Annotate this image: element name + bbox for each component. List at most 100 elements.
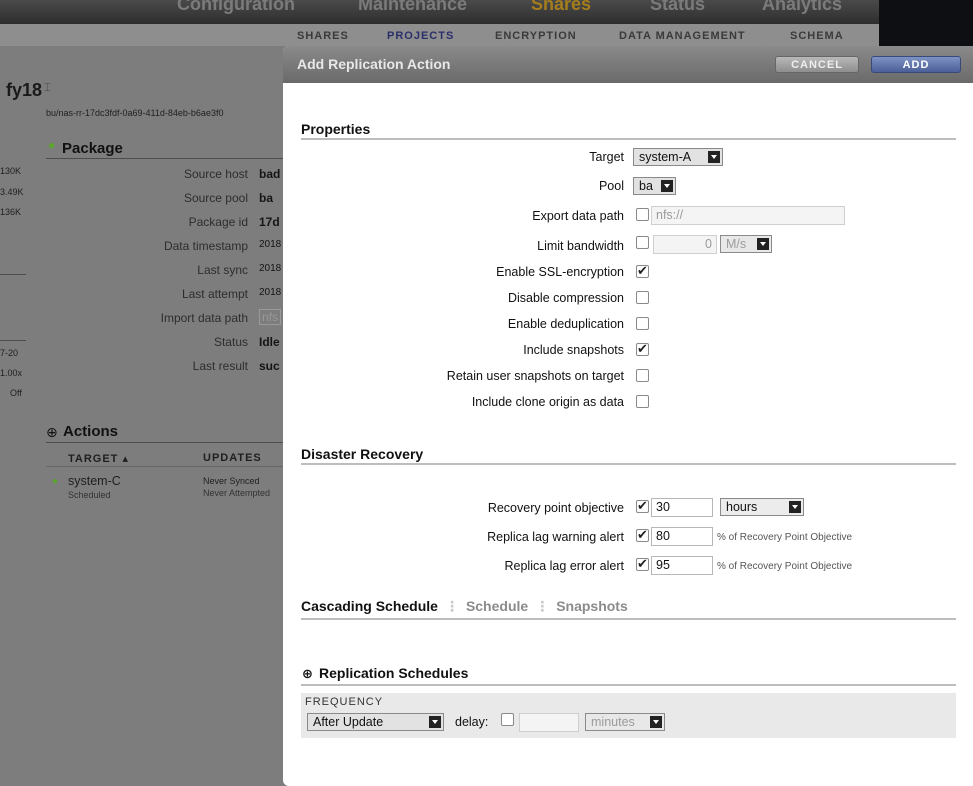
nav-configuration[interactable]: Configuration xyxy=(177,0,295,15)
export-path-input[interactable]: nfs:// xyxy=(651,206,845,225)
package-label: Source host xyxy=(183,167,248,181)
add-schedule-icon[interactable]: ⊕ xyxy=(302,666,313,682)
divider xyxy=(46,158,283,159)
frequency-value: After Update xyxy=(313,715,384,729)
dialog-header: Add Replication Action CANCEL ADD xyxy=(283,46,973,83)
column-header-updates[interactable]: UPDATES xyxy=(203,452,262,464)
package-label: Last result xyxy=(192,359,248,373)
delay-unit-select[interactable]: minutes xyxy=(585,713,665,731)
tab-separator: ⋮ xyxy=(444,598,459,614)
clone-origin-label: Include clone origin as data xyxy=(471,395,624,409)
subnav-data-management[interactable]: DATA MANAGEMENT xyxy=(619,30,746,42)
ssl-label: Enable SSL-encryption xyxy=(496,265,624,279)
edit-cursor-icon[interactable]: ⌶ xyxy=(44,82,51,95)
export-path-checkbox[interactable] xyxy=(636,208,649,221)
retain-snapshots-label: Retain user snapshots on target xyxy=(446,369,624,383)
action-update-sub: Never Attempted xyxy=(203,488,271,498)
retain-snapshots-checkbox[interactable] xyxy=(636,369,649,382)
nav-shares[interactable]: Shares xyxy=(531,0,591,15)
properties-title: Properties xyxy=(301,121,371,137)
package-value: 2018 xyxy=(259,239,282,250)
package-value: ba xyxy=(259,191,274,205)
bandwidth-label: Limit bandwidth xyxy=(537,239,624,253)
package-value: suc xyxy=(259,359,280,373)
disaster-recovery-title: Disaster Recovery xyxy=(301,446,424,462)
action-target[interactable]: system-C xyxy=(68,474,121,488)
section-divider xyxy=(301,684,956,686)
rpo-unit-select[interactable]: hours xyxy=(720,498,804,516)
tab-separator: ⋮ xyxy=(535,598,550,614)
status-dot-icon: ● xyxy=(52,476,59,487)
subnav-projects[interactable]: PROJECTS xyxy=(387,30,454,42)
chevron-down-icon xyxy=(429,716,441,728)
package-label: Status xyxy=(213,335,248,349)
top-navigation: Configuration Maintenance Shares Status … xyxy=(0,0,879,24)
nav-maintenance[interactable]: Maintenance xyxy=(358,0,467,15)
schedule-tabs: Cascading Schedule ⋮ Schedule ⋮ Snapshots xyxy=(301,598,628,615)
bandwidth-unit-select[interactable]: M/s xyxy=(720,235,772,253)
package-title: Package xyxy=(62,140,123,157)
action-target-sub: Scheduled xyxy=(68,490,111,500)
left-value: Off xyxy=(10,388,22,398)
error-alert-input[interactable]: 95 xyxy=(651,556,713,575)
delay-input[interactable] xyxy=(519,713,579,732)
cancel-button[interactable]: CANCEL xyxy=(775,56,859,73)
tab-schedule[interactable]: Schedule xyxy=(466,598,528,614)
divider xyxy=(46,466,283,467)
project-panel: fy18 ⌶ bu/nas-rr-17dc3fdf-0a69-411d-84eb… xyxy=(0,46,283,786)
package-label: Import data path xyxy=(160,311,248,325)
add-action-icon[interactable]: ⊕ xyxy=(46,424,58,441)
divider xyxy=(46,442,283,443)
ssl-checkbox[interactable] xyxy=(636,263,649,279)
add-button[interactable]: ADD xyxy=(871,56,961,73)
dedup-checkbox[interactable] xyxy=(636,317,649,330)
schedule-grid: FREQUENCY After Update delay: minutes xyxy=(301,693,956,738)
rpo-unit: hours xyxy=(726,500,758,514)
bandwidth-input[interactable]: 0 xyxy=(653,235,717,254)
package-label: Last attempt xyxy=(181,287,248,301)
clone-origin-checkbox[interactable] xyxy=(636,395,649,408)
column-header-target[interactable]: TARGET ▴ xyxy=(68,452,129,465)
subnav-encryption[interactable]: ENCRYPTION xyxy=(495,30,577,42)
frequency-select[interactable]: After Update xyxy=(307,713,444,731)
pool-select[interactable]: ba xyxy=(633,177,676,195)
package-label: Package id xyxy=(188,215,248,229)
section-divider xyxy=(301,618,956,620)
package-label: Data timestamp xyxy=(163,239,248,253)
delay-label: delay: xyxy=(455,715,489,729)
chevron-down-icon xyxy=(661,180,673,192)
error-alert-note: % of Recovery Point Objective xyxy=(717,561,853,572)
nav-status[interactable]: Status xyxy=(650,0,705,15)
export-path-label: Export data path xyxy=(532,209,624,223)
project-path: bu/nas-rr-17dc3fdf-0a69-411d-84eb-b6ae3f… xyxy=(46,108,224,118)
package-value: 2018 xyxy=(259,287,282,298)
snapshots-checkbox[interactable] xyxy=(636,341,649,357)
subnav-shares[interactable]: SHARES xyxy=(297,30,349,42)
bandwidth-checkbox[interactable] xyxy=(636,236,649,249)
section-divider xyxy=(301,463,956,465)
tab-snapshots[interactable]: Snapshots xyxy=(556,598,628,614)
sub-navigation: SHARES PROJECTS ENCRYPTION DATA MANAGEME… xyxy=(0,24,879,46)
subnav-schema[interactable]: SCHEMA xyxy=(790,30,844,42)
tab-cascading-schedule[interactable]: Cascading Schedule xyxy=(301,598,438,614)
package-value: Idle xyxy=(259,335,280,349)
warning-alert-input[interactable]: 80 xyxy=(651,527,713,546)
import-path-field[interactable]: nfs xyxy=(259,309,282,325)
project-title: fy18 xyxy=(6,80,43,100)
divider xyxy=(0,340,26,341)
rpo-input[interactable]: 30 xyxy=(651,498,713,517)
chevron-down-icon xyxy=(708,151,720,163)
section-divider xyxy=(301,138,956,140)
frequency-header: FREQUENCY xyxy=(305,696,384,708)
package-value: bad xyxy=(259,167,281,181)
warning-alert-note: % of Recovery Point Objective xyxy=(717,532,853,543)
rpo-checkbox[interactable] xyxy=(636,498,649,514)
delay-checkbox[interactable] xyxy=(501,713,514,726)
nav-analytics[interactable]: Analytics xyxy=(762,0,842,15)
error-alert-label: Replica lag error alert xyxy=(504,559,625,573)
add-replication-dialog: Add Replication Action CANCEL ADD Proper… xyxy=(283,46,973,786)
compression-checkbox[interactable] xyxy=(636,291,649,304)
error-alert-checkbox[interactable] xyxy=(636,556,649,572)
target-select[interactable]: system-A xyxy=(633,148,723,166)
warning-alert-checkbox[interactable] xyxy=(636,527,649,543)
